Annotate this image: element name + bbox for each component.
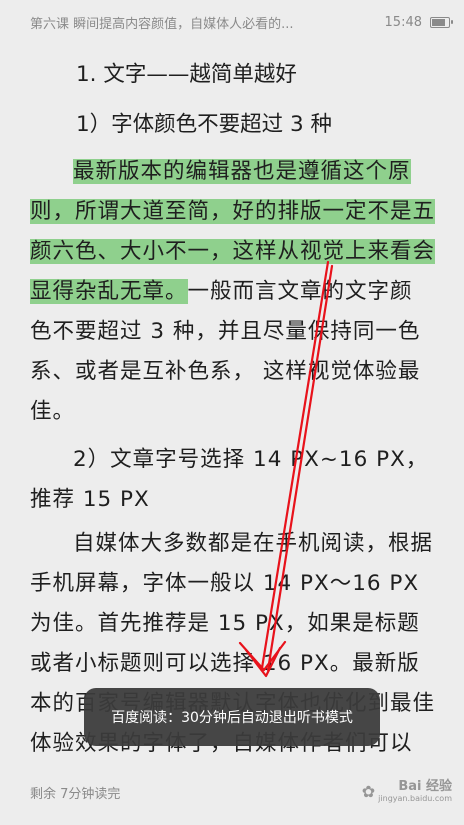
watermark-url: jingyan.baidu.com: [378, 794, 452, 803]
battery-icon: [430, 16, 453, 28]
watermark-brand: Bai 经验: [398, 779, 452, 794]
section-heading: 1. 文字——越简单越好: [76, 62, 297, 87]
baidu-jingyan-watermark: ✿ Bai 经验 jingyan.baidu.com: [361, 779, 452, 804]
paragraph-font-color[interactable]: 最新版本的编辑器也是遵循这个原则，所谓大道至简，好的排版一定不是五颜六色、大小不…: [30, 152, 436, 432]
reading-remaining: 剩余 7分钟读完: [30, 787, 121, 802]
paw-logo-icon: ✿: [361, 782, 376, 801]
article-content[interactable]: 1. 文字——越简单越好 1）字体颜色不要超过 3 种 最新版本的编辑器也是遵循…: [30, 52, 436, 764]
toast-notification: 百度阅读：30分钟后自动退出听书模式: [84, 688, 380, 746]
sub-heading-font-size: 2）文章字号选择 14 PX~16 PX，推荐 15 PX: [30, 447, 429, 512]
status-bar: 第六课 瞬间提高内容颜值，自媒体人必看的... 15:48: [0, 0, 464, 44]
chapter-title[interactable]: 第六课 瞬间提高内容颜值，自媒体人必看的...: [30, 13, 375, 32]
clock: 15:48: [384, 14, 422, 30]
toast-message: 百度阅读：30分钟后自动退出听书模式: [111, 710, 353, 726]
battery-level: [432, 18, 445, 26]
sub-heading-font-color: 1）字体颜色不要超过 3 种: [76, 112, 333, 137]
